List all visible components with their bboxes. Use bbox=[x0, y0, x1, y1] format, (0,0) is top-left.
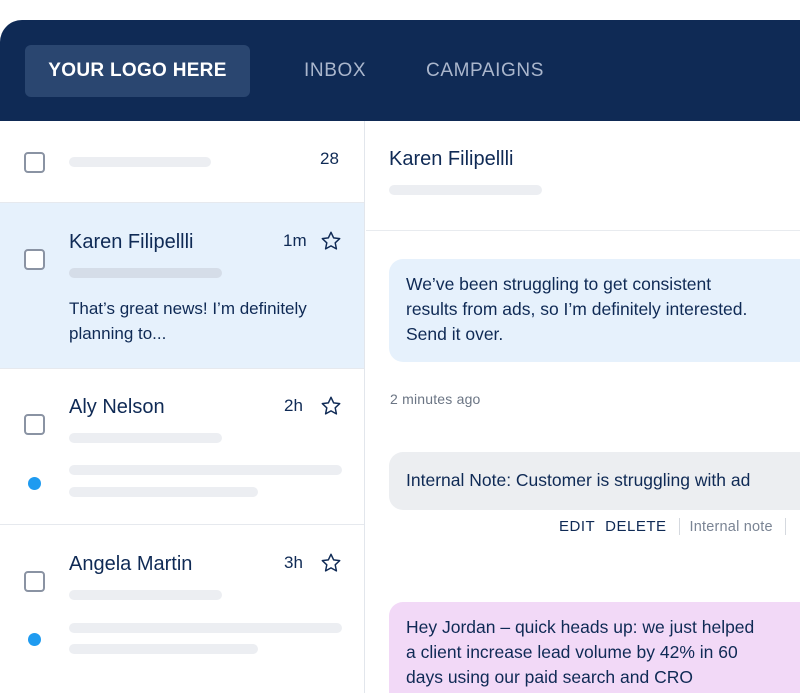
item-checkbox[interactable] bbox=[24, 571, 45, 592]
item-time: 2h bbox=[284, 396, 303, 415]
unread-dot-icon bbox=[28, 633, 41, 646]
conversation-header: Karen Filipellli bbox=[366, 121, 800, 231]
unread-dot-icon bbox=[28, 477, 41, 490]
preview-line: That’s great news! I’m definitely bbox=[69, 299, 307, 318]
item-checkbox[interactable] bbox=[24, 414, 45, 435]
message-line: a client increase lead volume by 42% in … bbox=[406, 642, 738, 662]
contact-name: Aly Nelson bbox=[69, 396, 165, 418]
list-item[interactable]: Karen Filipellli 1m That’s great news! I… bbox=[0, 203, 364, 369]
conversation-title: Karen Filipellli bbox=[389, 148, 514, 170]
delete-note-button[interactable]: DELETE bbox=[605, 518, 666, 535]
message-line: days using our paid search and CRO bbox=[406, 667, 693, 687]
top-navigation-bar: YOUR LOGO HERE INBOX CAMPAIGNS bbox=[0, 20, 800, 121]
note-actions: EDIT DELETE Internal note bbox=[559, 518, 796, 535]
placeholder-bar bbox=[69, 465, 342, 475]
list-item[interactable]: Aly Nelson 2h bbox=[0, 369, 364, 525]
contact-name: Angela Martin bbox=[69, 553, 193, 575]
internal-note-label: Internal note bbox=[689, 518, 773, 535]
preview-line: planning to... bbox=[69, 324, 167, 343]
contact-name: Karen Filipellli bbox=[69, 231, 194, 253]
select-all-checkbox[interactable] bbox=[24, 152, 45, 173]
item-checkbox[interactable] bbox=[24, 249, 45, 270]
outgoing-message-bubble: Hey Jordan – quick heads up: we just hel… bbox=[389, 602, 800, 693]
logo-placeholder[interactable]: YOUR LOGO HERE bbox=[25, 45, 250, 97]
placeholder-bar bbox=[69, 487, 258, 497]
item-time: 3h bbox=[284, 553, 303, 572]
message-timestamp: 2 minutes ago bbox=[390, 391, 481, 407]
edit-note-button[interactable]: EDIT bbox=[559, 518, 595, 535]
placeholder-bar bbox=[69, 268, 222, 278]
placeholder-bar bbox=[69, 590, 222, 600]
star-icon[interactable] bbox=[320, 395, 342, 417]
internal-note-bubble: Internal Note: Customer is struggling wi… bbox=[389, 452, 800, 510]
message-line: We’ve been struggling to get consistent bbox=[406, 274, 712, 294]
divider bbox=[678, 518, 680, 535]
nav-campaigns[interactable]: CAMPAIGNS bbox=[426, 20, 544, 121]
incoming-message-bubble: We’ve been struggling to get consistent … bbox=[389, 259, 800, 362]
message-line: Hey Jordan – quick heads up: we just hel… bbox=[406, 617, 755, 637]
conversation-count: 28 bbox=[320, 149, 339, 168]
message-line: results from ads, so I’m definitely inte… bbox=[406, 299, 748, 319]
placeholder-bar bbox=[69, 433, 222, 443]
conversation-list: 28 Karen Filipellli 1m That’s great news… bbox=[0, 121, 365, 693]
app-window: YOUR LOGO HERE INBOX CAMPAIGNS 28 Karen … bbox=[0, 20, 800, 693]
item-time: 1m bbox=[283, 231, 307, 250]
message-preview: That’s great news! I’m definitely planni… bbox=[69, 296, 349, 346]
list-header: 28 bbox=[0, 121, 364, 203]
placeholder-bar bbox=[69, 644, 258, 654]
placeholder-bar bbox=[69, 157, 211, 167]
list-item[interactable]: Angela Martin 3h bbox=[0, 525, 364, 693]
star-icon[interactable] bbox=[320, 230, 342, 252]
conversation-pane: Karen Filipellli We’ve been struggling t… bbox=[366, 121, 800, 693]
note-text: Internal Note: Customer is struggling wi… bbox=[406, 470, 751, 490]
placeholder-bar bbox=[69, 623, 342, 633]
message-line: Send it over. bbox=[406, 324, 504, 344]
placeholder-bar bbox=[389, 185, 542, 195]
nav-inbox[interactable]: INBOX bbox=[304, 20, 366, 121]
star-icon[interactable] bbox=[320, 552, 342, 574]
divider bbox=[784, 518, 786, 535]
